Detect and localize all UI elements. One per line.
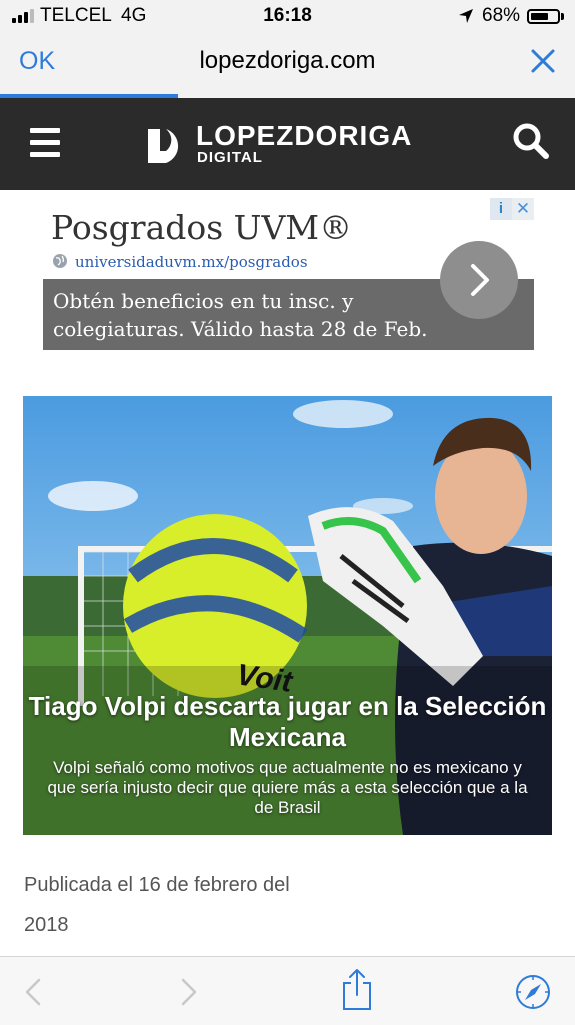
publish-date: Publicada el 16 de febrero del 2018 (24, 874, 290, 936)
logo-mark-icon (148, 129, 179, 163)
battery-percent: 68% (482, 5, 521, 26)
battery-icon (527, 9, 560, 24)
back-arrow-icon[interactable] (22, 977, 44, 1007)
close-icon[interactable] (528, 46, 558, 76)
browser-nav-bar: OK lopezdoriga.com (0, 36, 575, 98)
globe-icon (53, 254, 67, 268)
forward-arrow-icon[interactable] (178, 977, 200, 1007)
logo-title[interactable]: LOPEZDORIGA (196, 120, 412, 152)
url-label: lopezdoriga.com (199, 47, 376, 74)
ad-url[interactable]: universidaduvm.mx/posgrados (75, 253, 308, 271)
ad-banner[interactable]: Posgrados UVM® i ✕ universidaduvm.mx/pos… (43, 198, 534, 350)
ad-open-button[interactable] (440, 241, 518, 319)
article-summary: Volpi señaló como motivos que actualment… (47, 758, 528, 817)
article-hero-card[interactable]: Voit Tiago Volpi descarta jugar en la Se… (23, 396, 552, 835)
status-bar: TELCEL 4G 16:18 68% (0, 0, 575, 36)
battery-tip (561, 13, 564, 20)
site-header: LOPEZDORIGA DIGITAL (0, 98, 575, 190)
battery-level-fill (531, 13, 548, 20)
search-icon[interactable] (512, 122, 550, 160)
browser-toolbar (0, 956, 575, 1025)
compass-safari-icon[interactable] (514, 973, 552, 1011)
article-headline[interactable]: Tiago Volpi descarta jugar en la Selecci… (23, 691, 552, 753)
hamburger-menu-icon[interactable] (30, 128, 60, 164)
location-arrow-icon (459, 9, 473, 23)
ad-description: Obtén beneficios en tu insc. y colegiatu… (53, 289, 428, 341)
share-icon[interactable] (340, 967, 374, 1011)
ad-info-icon[interactable]: i (490, 198, 512, 220)
ad-close-icon[interactable]: ✕ (512, 198, 534, 220)
ad-title[interactable]: Posgrados UVM® (51, 208, 352, 247)
chevron-right-icon (471, 264, 489, 296)
logo-subtitle: DIGITAL (197, 149, 263, 166)
